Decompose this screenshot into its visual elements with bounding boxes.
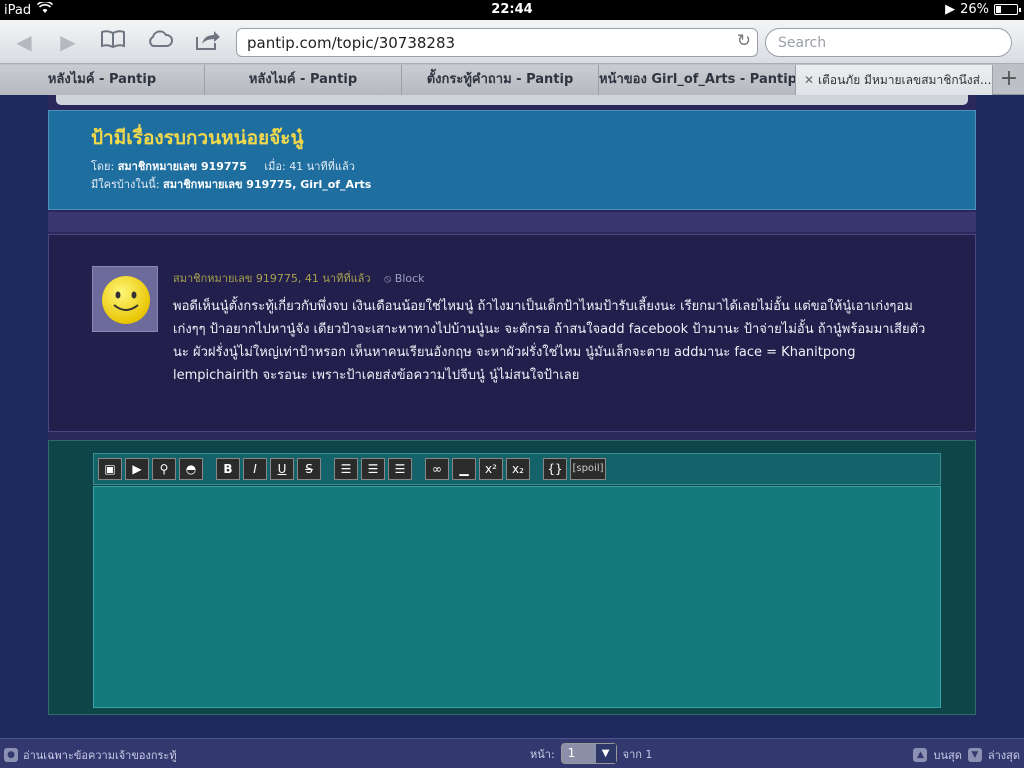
post-card: สมาชิกหมายเลข 919775, 41 นาทีที่แล้ว ⦸ B… <box>48 234 976 432</box>
insert-map-icon[interactable]: ⚲ <box>152 458 176 480</box>
status-bar: iPad 22:44 ▶ 26% <box>0 0 1024 20</box>
block-label: Block <box>394 272 425 285</box>
play-icon: ▶ <box>945 2 956 17</box>
align-center-icon[interactable]: ☰ <box>361 458 385 480</box>
back-icon[interactable]: ◀ <box>10 29 38 55</box>
bookmarks-icon[interactable] <box>99 29 127 55</box>
url-text: pantip.com/topic/30738283 <box>247 34 456 52</box>
editor-toolbar: ▣ ▶ ⚲ ◓ B I U S ☰ ☰ ☰ ∞ ▁ x² x₂ {} [spoi… <box>93 453 941 485</box>
tab-2[interactable]: หลังไมค์ - Pantip <box>205 65 402 95</box>
tab-5-active[interactable]: ✕ เตือนภัย มีหมายเลขสมาชิกนึงส่... <box>796 65 993 95</box>
pager: หน้า: 1 ▼ จาก 1 <box>530 743 652 764</box>
subscript-button[interactable]: x₂ <box>506 458 530 480</box>
page-total: จาก 1 <box>622 747 653 761</box>
align-right-icon[interactable]: ☰ <box>388 458 412 480</box>
topic-author-line: โดย: สมาชิกหมายเลข 919775 เมื่อ: 41 นาที… <box>91 157 355 175</box>
tab-3[interactable]: ตั้งกระทู้คำถาม - Pantip <box>402 65 599 95</box>
viewers-list: สมาชิกหมายเลข 919775, Girl_of_Arts <box>163 178 372 191</box>
block-button[interactable]: ⦸ Block <box>384 272 424 285</box>
horizontal-rule-icon[interactable]: ▁ <box>452 458 476 480</box>
address-bar[interactable]: pantip.com/topic/30738283 ↻ <box>236 28 758 57</box>
smiley-icon <box>102 276 150 324</box>
strike-button[interactable]: S <box>297 458 321 480</box>
superscript-button[interactable]: x² <box>479 458 503 480</box>
arrow-up-icon[interactable]: ▲ <box>913 748 928 762</box>
when-label: เมื่อ: <box>264 160 286 173</box>
clock: 22:44 <box>491 2 533 17</box>
reload-icon[interactable]: ↻ <box>737 31 751 51</box>
post-author-time: สมาชิกหมายเลข 919775, 41 นาทีที่แล้ว <box>173 272 371 285</box>
content-column: ป้ามีเรื่องรบกวนหน่อยจ๊ะนู๋ โดย: สมาชิกห… <box>48 95 976 715</box>
viewers-label: มีใครบ้างในนี้: <box>91 178 160 191</box>
page-value: 1 <box>567 746 576 760</box>
search-input[interactable]: Search <box>765 28 1012 57</box>
insert-video-icon[interactable]: ▶ <box>125 458 149 480</box>
topic-header: ป้ามีเรื่องรบกวนหน่อยจ๊ะนู๋ โดย: สมาชิกห… <box>48 110 976 210</box>
forward-icon[interactable]: ▶ <box>54 29 82 55</box>
tab-5-label: เตือนภัย มีหมายเลขสมาชิกนึงส่... <box>818 73 992 87</box>
reply-box: ▣ ▶ ⚲ ◓ B I U S ☰ ☰ ☰ ∞ ▁ x² x₂ {} [spoi… <box>48 440 976 715</box>
bold-button[interactable]: B <box>216 458 240 480</box>
owner-only-toggle[interactable]: ● อ่านเฉพาะข้อความเจ้าของกระทู้ <box>4 746 177 764</box>
tab-1[interactable]: หลังไมค์ - Pantip <box>0 65 205 95</box>
viewers-line: มีใครบ้างในนี้: สมาชิกหมายเลข 919775, Gi… <box>91 175 371 193</box>
page-select[interactable]: 1 ▼ <box>560 743 617 764</box>
top-strip <box>56 95 968 105</box>
tab-4[interactable]: หน้าของ Girl_of_Arts - Pantip <box>599 65 796 95</box>
scroll-nav: ▲ บนสุด ▼ ล่างสุด <box>913 746 1020 764</box>
spoil-button[interactable]: [spoil] <box>570 458 606 480</box>
web-page: ป้ามีเรื่องรบกวนหน่อยจ๊ะนู๋ โดย: สมาชิกห… <box>0 95 1024 768</box>
bottom-bar: ● อ่านเฉพาะข้อความเจ้าของกระทู้ หน้า: 1 … <box>0 738 1024 768</box>
tab-bar: หลังไมค์ - Pantip หลังไมค์ - Pantip ตั้ง… <box>0 64 1024 95</box>
reply-textarea[interactable] <box>93 486 941 708</box>
separator <box>48 212 976 232</box>
post-body: พอดีเห็นนู๋ตั้งกระทู้เกี่ยวกับพึ่งจบ เงิ… <box>173 299 926 383</box>
insert-image-icon[interactable]: ▣ <box>98 458 122 480</box>
italic-button[interactable]: I <box>243 458 267 480</box>
icloud-icon[interactable] <box>146 29 174 55</box>
align-left-icon[interactable]: ☰ <box>334 458 358 480</box>
battery-percent: 26% <box>960 2 989 17</box>
arrow-down-icon[interactable]: ▼ <box>967 748 982 762</box>
chevron-down-icon: ▼ <box>595 744 616 763</box>
block-icon: ⦸ <box>384 272 392 285</box>
insert-emoticon-icon[interactable]: ◓ <box>179 458 203 480</box>
post-meta: สมาชิกหมายเลข 919775, 41 นาทีที่แล้ว ⦸ B… <box>173 269 425 287</box>
share-icon[interactable] <box>194 29 222 55</box>
topic-author[interactable]: สมาชิกหมายเลข 919775 <box>118 160 247 173</box>
link-icon[interactable]: ∞ <box>425 458 449 480</box>
owner-icon: ● <box>4 748 18 762</box>
close-tab-icon[interactable]: ✕ <box>804 65 814 95</box>
bottom-label[interactable]: ล่างสุด <box>988 746 1020 764</box>
battery-icon <box>994 4 1021 15</box>
top-label[interactable]: บนสุด <box>933 746 961 764</box>
by-label: โดย: <box>91 160 115 173</box>
new-tab-button[interactable]: + <box>994 65 1024 95</box>
avatar[interactable] <box>92 266 158 332</box>
code-button[interactable]: {} <box>543 458 567 480</box>
topic-time: 41 นาทีที่แล้ว <box>289 160 355 173</box>
underline-button[interactable]: U <box>270 458 294 480</box>
owner-only-label: อ่านเฉพาะข้อความเจ้าของกระทู้ <box>23 749 177 762</box>
page-label: หน้า: <box>530 747 555 761</box>
browser-toolbar: ◀ ▶ pantip.com/topic/30738283 ↻ Search <box>0 20 1024 64</box>
topic-title: ป้ามีเรื่องรบกวนหน่อยจ๊ะนู๋ <box>91 127 304 149</box>
